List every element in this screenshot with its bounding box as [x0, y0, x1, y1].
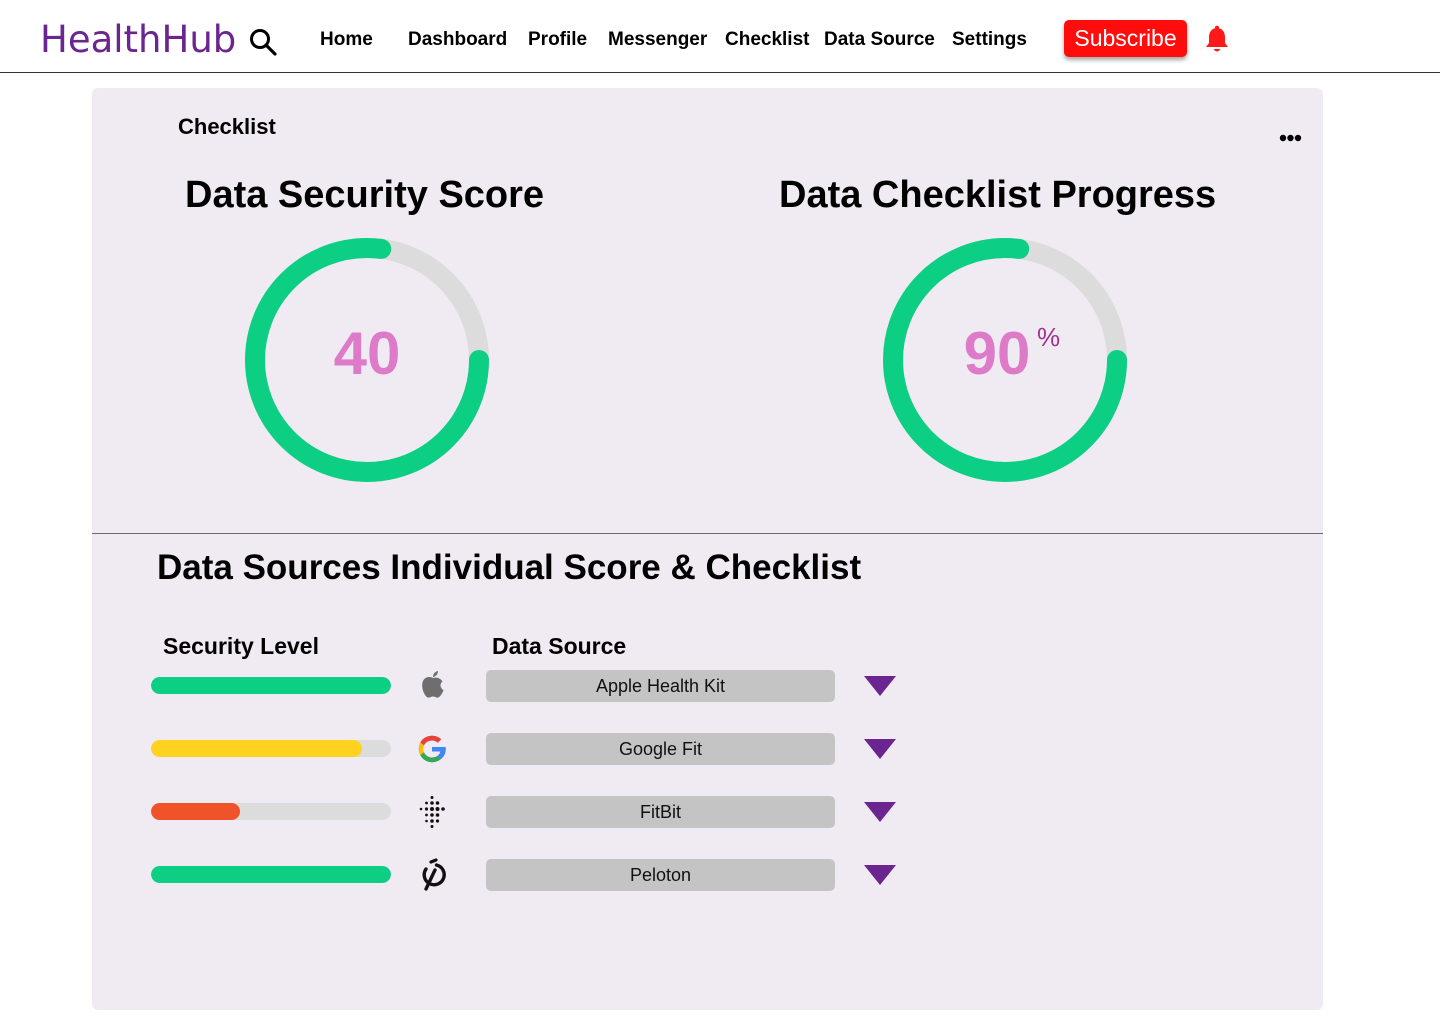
security-score-title: Data Security Score	[185, 174, 545, 216]
peloton-icon	[415, 858, 451, 892]
expand-triangle-icon[interactable]	[863, 675, 897, 697]
security-level-bar	[151, 740, 391, 757]
section-title: Data Sources Individual Score & Checklis…	[157, 548, 862, 587]
fitbit-icon	[415, 795, 451, 829]
more-options-icon[interactable]	[1278, 128, 1306, 148]
nav-settings[interactable]: Settings	[952, 29, 1027, 51]
security-level-fill	[151, 803, 240, 820]
card-title: Checklist	[178, 114, 276, 139]
source-row-apple: Apple Health Kit	[92, 669, 992, 703]
nav-data-source[interactable]: Data Source	[824, 29, 935, 51]
source-row-fitbit: FitBit	[92, 795, 992, 829]
source-name-pill[interactable]: Apple Health Kit	[486, 670, 835, 702]
search-icon[interactable]	[248, 27, 278, 57]
apple-icon	[415, 669, 451, 703]
expand-triangle-icon[interactable]	[863, 738, 897, 760]
security-level-bar	[151, 677, 391, 694]
source-name-pill[interactable]: Peloton	[486, 859, 835, 891]
security-score-gauge: 40	[243, 236, 491, 484]
top-nav-bar: HealthHub Home Dashboard Profile Messeng…	[0, 0, 1440, 73]
source-row-google: Google Fit	[92, 732, 992, 766]
source-name-pill[interactable]: FitBit	[486, 796, 835, 828]
section-divider	[92, 533, 1323, 534]
nav-messenger[interactable]: Messenger	[608, 29, 707, 51]
nav-checklist[interactable]: Checklist	[725, 29, 809, 51]
checklist-progress-gauge: 90 %	[881, 236, 1129, 484]
checklist-card: Checklist Data Security Score 40 Data Ch…	[92, 88, 1323, 1010]
checklist-progress-title: Data Checklist Progress	[779, 174, 1217, 216]
expand-triangle-icon[interactable]	[863, 801, 897, 823]
nav-profile[interactable]: Profile	[528, 29, 587, 51]
security-level-fill	[151, 866, 391, 883]
subscribe-button[interactable]: Subscribe	[1064, 20, 1187, 57]
security-level-fill	[151, 740, 363, 757]
data-source-header: Data Source	[492, 633, 627, 659]
checklist-progress-value: 90	[963, 320, 1031, 387]
source-row-peloton: Peloton	[92, 858, 992, 892]
security-level-fill	[151, 677, 391, 694]
expand-triangle-icon[interactable]	[863, 864, 897, 886]
nav-home[interactable]: Home	[320, 29, 373, 51]
bell-icon[interactable]	[1203, 25, 1231, 55]
healthhub-logo[interactable]: HealthHub	[40, 18, 236, 61]
percent-unit: %	[1037, 322, 1061, 352]
security-level-bar	[151, 866, 391, 883]
security-level-bar	[151, 803, 391, 820]
security-level-header: Security Level	[163, 633, 319, 659]
nav-dashboard[interactable]: Dashboard	[408, 29, 507, 51]
source-name-pill[interactable]: Google Fit	[486, 733, 835, 765]
security-score-value: 40	[333, 320, 401, 387]
google-icon	[415, 732, 451, 766]
